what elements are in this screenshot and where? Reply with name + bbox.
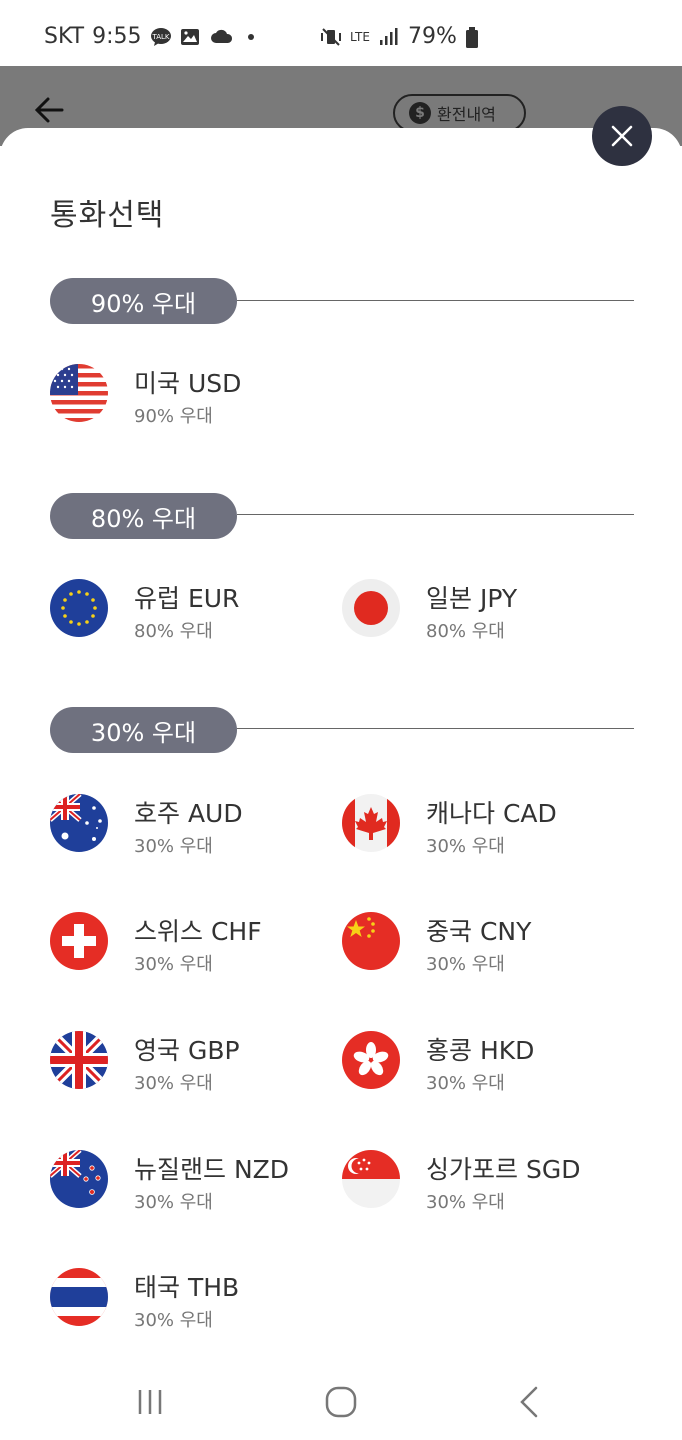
currency-select-sheet: 통화선택 90% 우대 미국 USD 90% 우대 80% 우대 유럽 EUR … xyxy=(0,128,682,1440)
switzerland-flag-icon xyxy=(50,912,108,970)
currency-discount: 30% 우대 xyxy=(426,954,505,975)
home-button[interactable] xyxy=(321,1382,361,1422)
currency-item-nzd[interactable]: 뉴질랜드 NZD 30% 우대 xyxy=(50,1150,310,1220)
close-icon xyxy=(611,125,633,147)
currency-name: 태국 THB xyxy=(134,1273,240,1302)
currency-item-cny[interactable]: 중국 CNY 30% 우대 xyxy=(342,912,602,982)
cloud-icon xyxy=(210,27,232,47)
notification-dot-icon xyxy=(247,33,254,40)
currency-item-usd[interactable]: 미국 USD 90% 우대 xyxy=(50,364,310,434)
currency-name: 중국 CNY xyxy=(426,917,532,946)
section-badge-80: 80% 우대 xyxy=(50,493,237,539)
china-flag-icon xyxy=(342,912,400,970)
status-bar: SKT 9:55 TALK LTE 79% xyxy=(0,0,682,66)
vibrate-mute-icon xyxy=(320,27,342,47)
recent-apps-icon xyxy=(138,1390,162,1414)
currency-name: 뉴질랜드 NZD xyxy=(134,1155,290,1184)
currency-name: 미국 USD xyxy=(134,369,242,398)
section-divider xyxy=(237,728,634,729)
currency-item-hkd[interactable]: 홍콩 HKD 30% 우대 xyxy=(342,1031,602,1101)
eu-flag-icon xyxy=(50,579,108,637)
time-label: 9:55 xyxy=(92,24,142,49)
currency-name: 캐나다 CAD xyxy=(426,799,557,828)
section-divider xyxy=(237,300,634,301)
back-chevron-icon xyxy=(520,1386,538,1418)
currency-name: 스위스 CHF xyxy=(134,917,262,946)
currency-item-chf[interactable]: 스위스 CHF 30% 우대 xyxy=(50,912,310,982)
currency-item-aud[interactable]: 호주 AUD 30% 우대 xyxy=(50,794,310,864)
section-badge-90: 90% 우대 xyxy=(50,278,237,324)
japan-flag-icon xyxy=(342,579,400,637)
uk-flag-icon xyxy=(50,1031,108,1089)
currency-discount: 80% 우대 xyxy=(134,621,213,642)
back-arrow-icon[interactable] xyxy=(30,90,70,130)
currency-item-sgd[interactable]: 싱가포르 SGD 30% 우대 xyxy=(342,1150,602,1220)
currency-name: 영국 GBP xyxy=(134,1036,240,1065)
gallery-icon xyxy=(180,27,202,47)
section-divider xyxy=(237,514,634,515)
currency-discount: 30% 우대 xyxy=(134,1192,213,1213)
us-flag-icon xyxy=(50,364,108,422)
currency-name: 홍콩 HKD xyxy=(426,1036,535,1065)
currency-item-eur[interactable]: 유럽 EUR 80% 우대 xyxy=(50,579,310,649)
canada-flag-icon xyxy=(342,794,400,852)
currency-name: 유럽 EUR xyxy=(134,584,240,613)
newzealand-flag-icon xyxy=(50,1150,108,1208)
kakaotalk-icon: TALK xyxy=(150,27,172,47)
thailand-flag-icon xyxy=(50,1268,108,1326)
sheet-title: 통화선택 xyxy=(50,198,165,233)
singapore-flag-icon xyxy=(342,1150,400,1208)
currency-discount: 30% 우대 xyxy=(134,1310,213,1331)
currency-discount: 90% 우대 xyxy=(134,406,213,427)
currency-discount: 80% 우대 xyxy=(426,621,505,642)
network-label: LTE xyxy=(350,29,370,44)
exchange-history-label: 환전내역 xyxy=(437,105,496,124)
currency-name: 호주 AUD xyxy=(134,799,243,828)
currency-discount: 30% 우대 xyxy=(426,1073,505,1094)
hongkong-flag-icon xyxy=(342,1031,400,1089)
currency-discount: 30% 우대 xyxy=(426,1192,505,1213)
battery-percent: 79% xyxy=(407,24,457,49)
currency-item-gbp[interactable]: 영국 GBP 30% 우대 xyxy=(50,1031,310,1101)
currency-item-cad[interactable]: 캐나다 CAD 30% 우대 xyxy=(342,794,602,864)
currency-item-thb[interactable]: 태국 THB 30% 우대 xyxy=(50,1268,310,1338)
back-button[interactable] xyxy=(510,1382,550,1422)
section-badge-30: 30% 우대 xyxy=(50,707,237,753)
currency-discount: 30% 우대 xyxy=(134,836,213,857)
currency-discount: 30% 우대 xyxy=(426,836,505,857)
recent-apps-button[interactable] xyxy=(130,1382,170,1422)
dollar-icon: $ xyxy=(409,102,431,124)
australia-flag-icon xyxy=(50,794,108,852)
carrier-label: SKT xyxy=(44,24,85,49)
close-button[interactable] xyxy=(592,106,652,166)
currency-name: 일본 JPY xyxy=(426,584,518,613)
exchange-history-button[interactable]: $ 환전내역 xyxy=(393,94,526,132)
signal-icon xyxy=(378,27,400,47)
currency-name: 싱가포르 SGD xyxy=(426,1155,581,1184)
currency-discount: 30% 우대 xyxy=(134,954,213,975)
currency-discount: 30% 우대 xyxy=(134,1073,213,1094)
svg-text:TALK: TALK xyxy=(151,33,169,41)
battery-icon xyxy=(465,26,487,48)
system-nav-bar xyxy=(0,1360,682,1440)
home-icon xyxy=(325,1386,357,1418)
currency-item-jpy[interactable]: 일본 JPY 80% 우대 xyxy=(342,579,602,649)
